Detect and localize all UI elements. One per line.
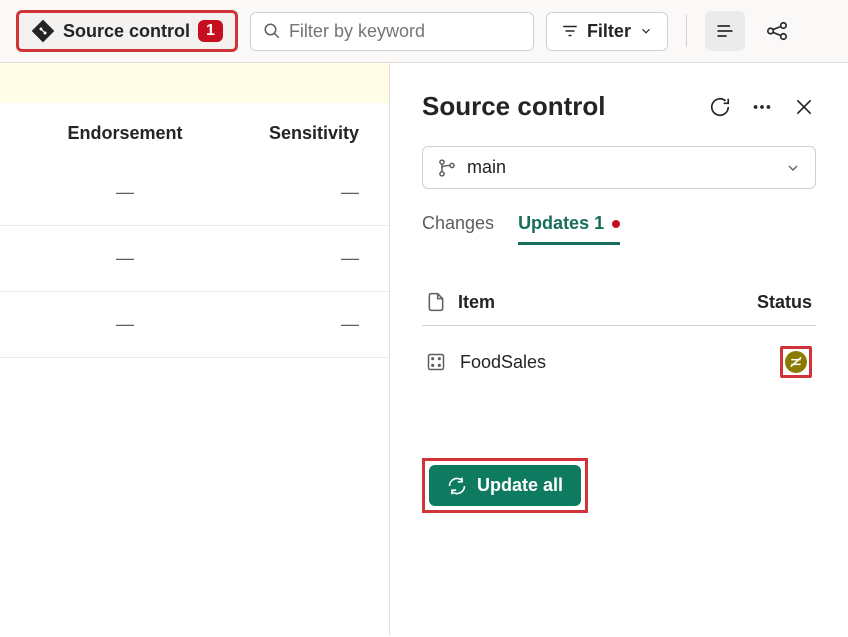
item-name: FoodSales xyxy=(460,352,546,373)
notification-strip xyxy=(0,63,389,103)
sync-icon xyxy=(447,476,467,496)
toolbar-divider xyxy=(686,15,687,47)
branch-icon xyxy=(437,158,457,178)
more-options-button[interactable] xyxy=(750,95,774,119)
panel-title: Source control xyxy=(422,91,605,122)
close-icon xyxy=(794,97,814,117)
branch-name: main xyxy=(467,157,506,178)
sensitivity-cell: — xyxy=(200,314,369,335)
table-row[interactable]: — — xyxy=(0,226,389,292)
endorsement-cell: — xyxy=(20,182,200,203)
table-row[interactable]: — — xyxy=(0,160,389,226)
endorsement-cell: — xyxy=(20,314,200,335)
file-icon xyxy=(426,291,446,313)
status-indicator-highlight xyxy=(780,346,812,378)
list-lines-icon xyxy=(715,21,735,41)
update-all-button[interactable]: Update all xyxy=(429,465,581,506)
close-button[interactable] xyxy=(792,95,816,119)
column-header-sensitivity[interactable]: Sensitivity xyxy=(200,123,369,144)
chevron-down-icon xyxy=(639,24,653,38)
filter-button[interactable]: Filter xyxy=(546,12,668,51)
update-all-label: Update all xyxy=(477,475,563,496)
column-header-endorsement[interactable]: Endorsement xyxy=(20,123,200,144)
update-all-highlight: Update all xyxy=(422,458,588,513)
lineage-view-button[interactable] xyxy=(757,11,797,51)
updates-indicator-dot xyxy=(612,220,620,228)
branch-selector[interactable]: main xyxy=(422,146,816,189)
keyword-search-field[interactable] xyxy=(289,21,521,42)
tab-changes[interactable]: Changes xyxy=(422,213,494,245)
source-control-badge: 1 xyxy=(198,20,223,42)
refresh-icon xyxy=(709,96,731,118)
status-conflict-icon xyxy=(785,351,807,373)
keyword-search-input[interactable] xyxy=(250,12,534,51)
sensitivity-cell: — xyxy=(200,182,369,203)
source-control-button[interactable]: Source control 1 xyxy=(16,10,238,52)
endorsement-cell: — xyxy=(20,248,200,269)
search-icon xyxy=(263,22,281,40)
source-control-label: Source control xyxy=(63,21,190,42)
filter-label: Filter xyxy=(587,21,631,42)
status-column-header: Status xyxy=(757,292,812,313)
table-grid-icon xyxy=(426,352,446,372)
refresh-button[interactable] xyxy=(708,95,732,119)
update-item-row[interactable]: FoodSales xyxy=(422,326,816,398)
git-diamond-icon xyxy=(31,19,55,43)
lineage-icon xyxy=(766,20,788,42)
tab-updates-label: Updates 1 xyxy=(518,213,604,234)
list-view-button[interactable] xyxy=(705,11,745,51)
table-row[interactable]: — — xyxy=(0,292,389,358)
item-column-header: Item xyxy=(458,292,495,313)
sensitivity-cell: — xyxy=(200,248,369,269)
tab-updates[interactable]: Updates 1 xyxy=(518,213,620,245)
ellipsis-icon xyxy=(751,96,773,118)
chevron-down-icon xyxy=(785,160,801,176)
filter-icon xyxy=(561,22,579,40)
